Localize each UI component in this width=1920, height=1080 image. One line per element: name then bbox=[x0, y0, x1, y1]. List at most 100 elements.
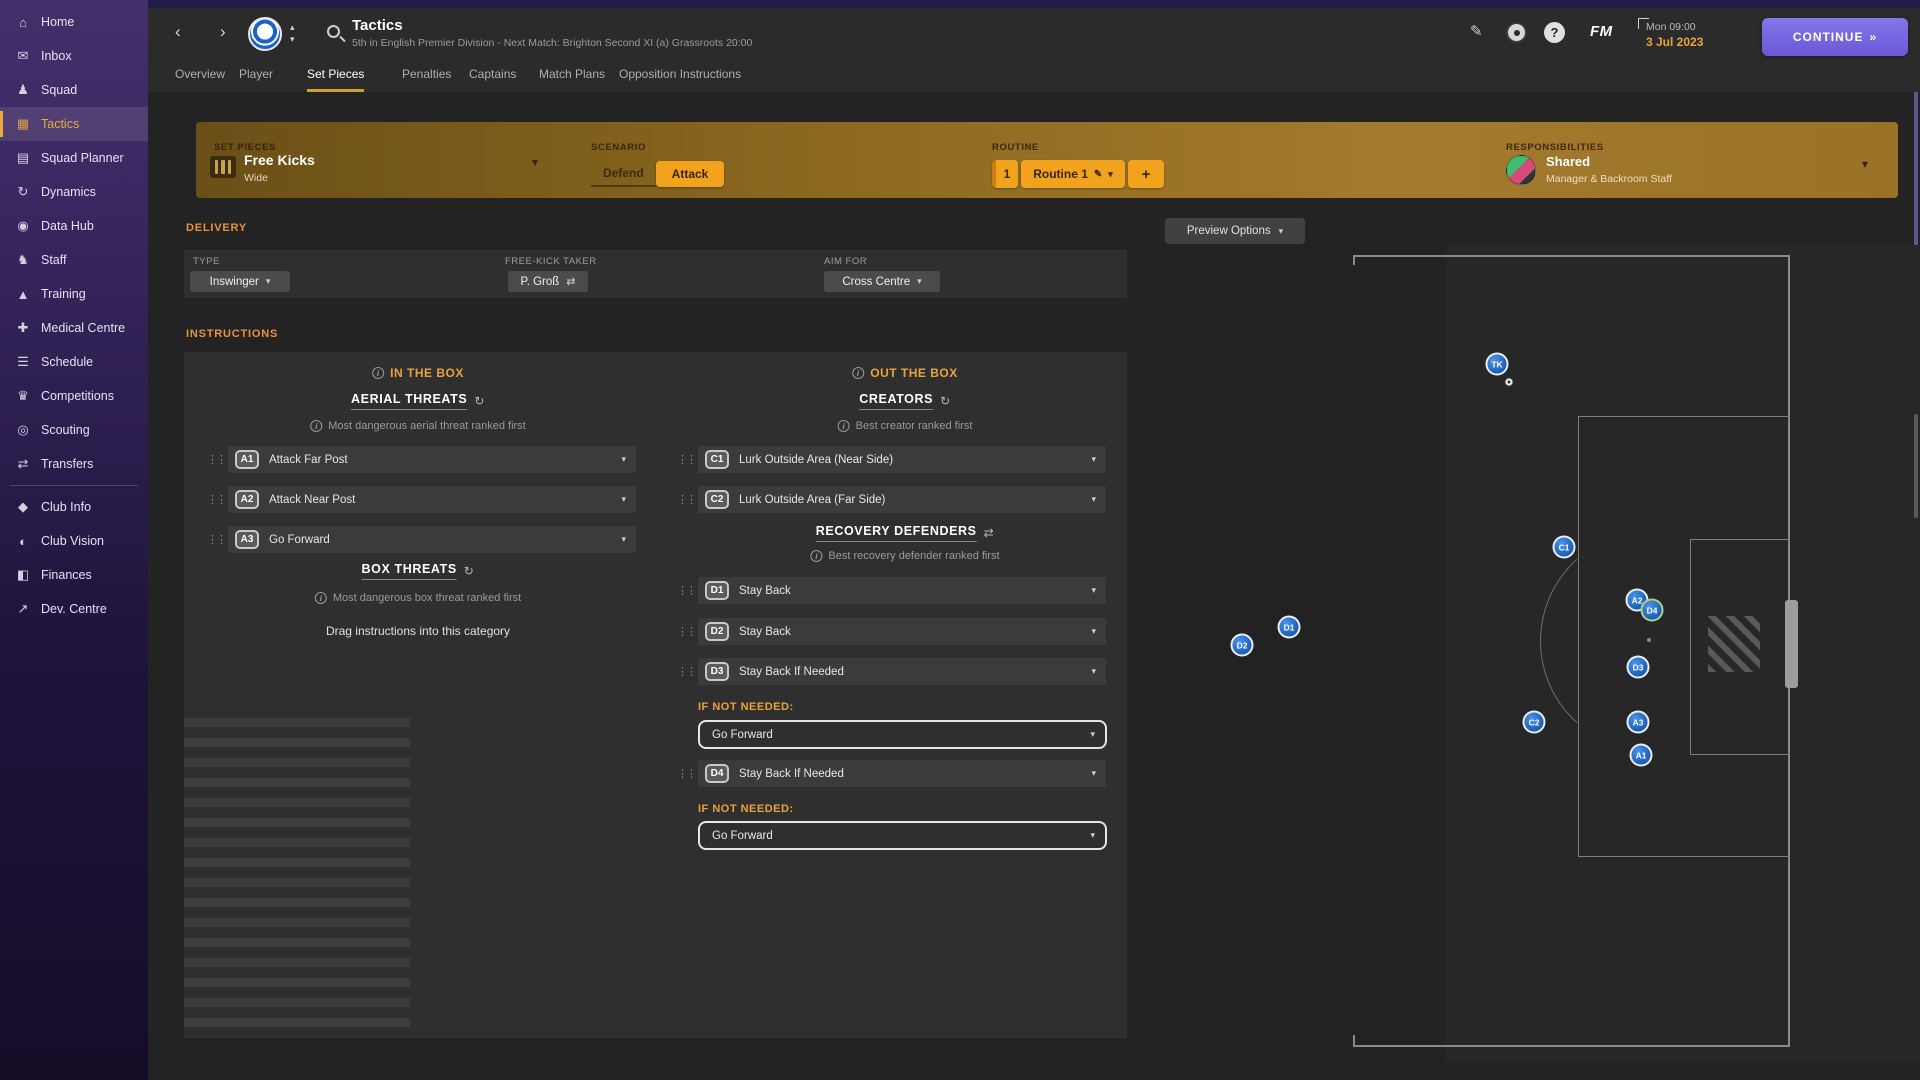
club-switch-arrows[interactable]: ▴ ▾ bbox=[290, 21, 295, 45]
search-icon[interactable] bbox=[327, 25, 340, 38]
continue-button[interactable]: CONTINUE» bbox=[1762, 18, 1908, 56]
routine-number[interactable]: 1 bbox=[992, 160, 1018, 188]
instruction-row-c1[interactable]: ⋮⋮ C1 Lurk Outside Area (Near Side) ▾ bbox=[677, 446, 1106, 473]
responsibilities-dropdown-icon[interactable]: ▾ bbox=[1862, 157, 1868, 171]
set-piece-type[interactable]: Free Kicks bbox=[244, 152, 315, 168]
sidebar-item-transfers[interactable]: ⇄ Transfers bbox=[0, 447, 148, 481]
help-icon[interactable]: ? bbox=[1544, 22, 1565, 43]
date-text: 3 Jul 2023 bbox=[1646, 35, 1704, 49]
scouting-icon: ◎ bbox=[17, 422, 29, 437]
transfers-icon: ⇄ bbox=[17, 456, 29, 471]
instruction-row-d1[interactable]: ⋮⋮ D1 Stay Back ▾ bbox=[677, 577, 1106, 604]
chevron-down-icon[interactable]: ▾ bbox=[1091, 494, 1096, 505]
free-kick-taker-button[interactable]: P. Groß ⇄ bbox=[508, 271, 588, 292]
back-icon[interactable]: ‹ bbox=[175, 22, 181, 42]
responsibilities-value[interactable]: Shared bbox=[1546, 154, 1590, 169]
delivery-type-dropdown[interactable]: Inswinger ▾ bbox=[190, 271, 290, 292]
player-marker-c2[interactable]: C2 bbox=[1522, 710, 1546, 734]
sidebar-item-squad[interactable]: ♟ Squad bbox=[0, 73, 148, 107]
forward-icon[interactable]: › bbox=[220, 22, 226, 42]
chevron-down-icon[interactable]: ▾ bbox=[1091, 626, 1096, 637]
sidebar-item-label: Dynamics bbox=[41, 185, 96, 199]
player-marker-d2[interactable]: D2 bbox=[1230, 633, 1254, 657]
chevron-down-icon[interactable]: ▾ bbox=[621, 534, 626, 545]
match-ball-icon[interactable] bbox=[1506, 22, 1527, 43]
drag-handle-icon[interactable]: ⋮⋮ bbox=[207, 453, 227, 466]
tab-overview[interactable]: Overview bbox=[175, 67, 225, 89]
routine-dropdown[interactable]: Routine 1 ✎ ▾ bbox=[1021, 160, 1125, 188]
player-marker-a3[interactable]: A3 bbox=[1626, 710, 1650, 734]
attack-button[interactable]: Attack bbox=[655, 161, 725, 187]
creators-title[interactable]: CREATORS ↻ bbox=[859, 392, 950, 410]
sidebar-item-training[interactable]: ▲ Training bbox=[0, 277, 148, 311]
box-threats-title[interactable]: BOX THREATS ↻ bbox=[361, 562, 475, 580]
d3-if-not-needed-dropdown[interactable]: Go Forward ▾ bbox=[698, 720, 1107, 749]
sort-icon: ↻ bbox=[474, 394, 485, 408]
sidebar-item-data-hub[interactable]: ◉ Data Hub bbox=[0, 209, 148, 243]
sidebar-item-staff[interactable]: ♞ Staff bbox=[0, 243, 148, 277]
drag-handle-icon[interactable]: ⋮⋮ bbox=[677, 493, 697, 506]
instruction-row-a1[interactable]: ⋮⋮ A1 Attack Far Post ▾ bbox=[207, 446, 636, 473]
chevron-down-icon[interactable]: ▾ bbox=[1091, 454, 1096, 465]
player-marker-tk[interactable]: TK bbox=[1485, 352, 1509, 376]
set-piece-side: Wide bbox=[244, 172, 268, 184]
drag-handle-icon[interactable]: ⋮⋮ bbox=[677, 625, 697, 638]
chevron-down-icon[interactable]: ▾ bbox=[1091, 585, 1096, 596]
drag-handle-icon[interactable]: ⋮⋮ bbox=[207, 533, 227, 546]
tab-captains[interactable]: Captains bbox=[469, 67, 516, 89]
instruction-row-a3[interactable]: ⋮⋮ A3 Go Forward ▾ bbox=[207, 526, 636, 553]
sidebar-item-competitions[interactable]: ♛ Competitions bbox=[0, 379, 148, 413]
instruction-row-d3[interactable]: ⋮⋮ D3 Stay Back If Needed ▾ bbox=[677, 658, 1106, 685]
drag-handle-icon[interactable]: ⋮⋮ bbox=[207, 493, 227, 506]
tab-set-pieces[interactable]: Set Pieces bbox=[307, 67, 365, 92]
chevron-down-icon[interactable]: ▾ bbox=[621, 494, 626, 505]
sidebar-item-finances[interactable]: ◧ Finances bbox=[0, 558, 148, 592]
drag-handle-icon[interactable]: ⋮⋮ bbox=[677, 665, 697, 678]
sidebar-item-club-info[interactable]: ◆ Club Info bbox=[0, 490, 148, 524]
instruction-row-a2[interactable]: ⋮⋮ A2 Attack Near Post ▾ bbox=[207, 486, 636, 513]
sidebar-item-club-vision[interactable]: ◐ Club Vision bbox=[0, 524, 148, 558]
sidebar-item-tactics[interactable]: ▦ Tactics bbox=[0, 107, 148, 141]
drag-handle-icon[interactable]: ⋮⋮ bbox=[677, 584, 697, 597]
player-marker-d4[interactable]: D4 bbox=[1640, 598, 1664, 622]
add-routine-button[interactable]: + bbox=[1128, 160, 1164, 188]
sidebar-item-label: Club Vision bbox=[41, 534, 105, 548]
chevron-down-icon[interactable]: ▾ bbox=[621, 454, 626, 465]
instruction-row-c2[interactable]: ⋮⋮ C2 Lurk Outside Area (Far Side) ▾ bbox=[677, 486, 1106, 513]
chevron-down-icon[interactable]: ▾ bbox=[1091, 768, 1096, 779]
sidebar-item-medical-centre[interactable]: ✚ Medical Centre bbox=[0, 311, 148, 345]
sidebar-item-dynamics[interactable]: ↻ Dynamics bbox=[0, 175, 148, 209]
player-marker-c1[interactable]: C1 bbox=[1552, 535, 1576, 559]
scrollbar-thumb[interactable] bbox=[1914, 414, 1918, 518]
player-marker-d3[interactable]: D3 bbox=[1626, 655, 1650, 679]
sidebar-item-home[interactable]: ⌂ Home bbox=[0, 5, 148, 39]
tab-player[interactable]: Player bbox=[239, 67, 273, 89]
tab-match-plans[interactable]: Match Plans bbox=[539, 67, 605, 89]
sidebar-item-scouting[interactable]: ◎ Scouting bbox=[0, 413, 148, 447]
edit-icon[interactable]: ✎ bbox=[1470, 22, 1483, 40]
drag-handle-icon[interactable]: ⋮⋮ bbox=[677, 767, 697, 780]
recovery-defenders-title[interactable]: RECOVERY DEFENDERS ⇄ bbox=[815, 524, 995, 542]
player-marker-a1[interactable]: A1 bbox=[1629, 743, 1653, 767]
sidebar-item-label: Data Hub bbox=[41, 219, 94, 233]
aim-for-dropdown[interactable]: Cross Centre ▾ bbox=[824, 271, 940, 292]
info-icon: i bbox=[372, 367, 385, 379]
set-piece-dropdown-icon[interactable]: ▾ bbox=[532, 155, 538, 169]
player-marker-d1[interactable]: D1 bbox=[1277, 615, 1301, 639]
sidebar-item-schedule[interactable]: ☰ Schedule bbox=[0, 345, 148, 379]
club-badge[interactable] bbox=[248, 17, 282, 51]
sidebar-item-squad-planner[interactable]: ▤ Squad Planner bbox=[0, 141, 148, 175]
drag-handle-icon[interactable]: ⋮⋮ bbox=[677, 453, 697, 466]
preview-options-button[interactable]: Preview Options ▾ bbox=[1165, 218, 1305, 244]
instruction-row-d4[interactable]: ⋮⋮ D4 Stay Back If Needed ▾ bbox=[677, 760, 1106, 787]
date-block[interactable]: Mon 09:00 3 Jul 2023 bbox=[1638, 18, 1703, 49]
defend-button[interactable]: Defend bbox=[591, 161, 656, 187]
instruction-row-d2[interactable]: ⋮⋮ D2 Stay Back ▾ bbox=[677, 618, 1106, 645]
aerial-threats-title[interactable]: AERIAL THREATS ↻ bbox=[351, 392, 485, 410]
d4-if-not-needed-dropdown[interactable]: Go Forward ▾ bbox=[698, 821, 1107, 850]
tab-penalties[interactable]: Penalties bbox=[402, 67, 451, 89]
tab-opposition-instructions[interactable]: Opposition Instructions bbox=[619, 67, 741, 89]
chevron-down-icon[interactable]: ▾ bbox=[1091, 666, 1096, 677]
sidebar-item-dev-centre[interactable]: ↗ Dev. Centre bbox=[0, 592, 148, 626]
sidebar-item-inbox[interactable]: ✉ Inbox bbox=[0, 39, 148, 73]
